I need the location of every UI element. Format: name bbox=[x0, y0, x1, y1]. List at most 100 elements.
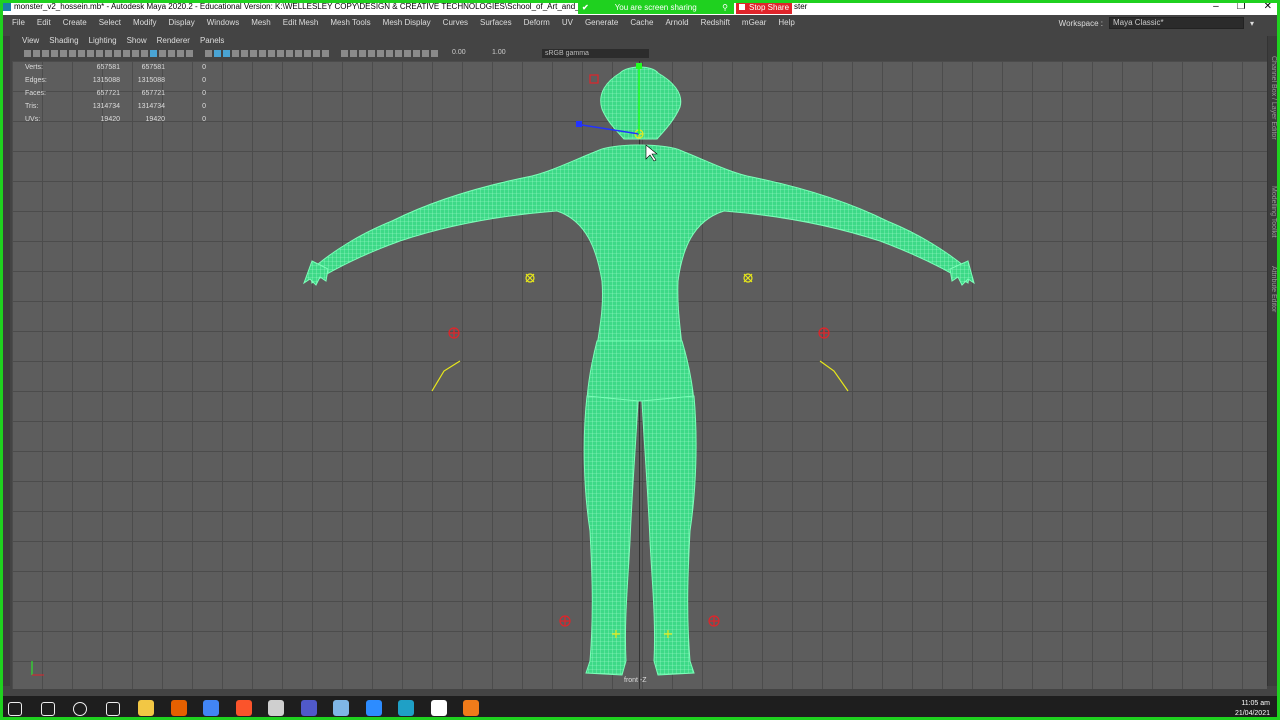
panel-tool-icon[interactable] bbox=[422, 50, 429, 57]
menu-select[interactable]: Select bbox=[99, 18, 121, 27]
panel-menu-view[interactable]: View bbox=[22, 36, 39, 48]
panel-tool-icon[interactable] bbox=[186, 50, 193, 57]
panel-tool-icon[interactable] bbox=[359, 50, 366, 57]
menu-mgear[interactable]: mGear bbox=[742, 18, 766, 27]
panel-tool-icon[interactable] bbox=[141, 50, 148, 57]
menu-deform[interactable]: Deform bbox=[524, 18, 550, 27]
panel-tool-icon[interactable] bbox=[51, 50, 58, 57]
panel-tool-icon[interactable] bbox=[277, 50, 284, 57]
minimize-icon[interactable]: – bbox=[1213, 1, 1219, 12]
panel-tool-icon[interactable] bbox=[413, 50, 420, 57]
panel-menu-renderer[interactable]: Renderer bbox=[157, 36, 190, 48]
menu-mesh[interactable]: Mesh bbox=[251, 18, 271, 27]
panel-tool-icon[interactable] bbox=[114, 50, 121, 57]
panel-tool-icon[interactable] bbox=[304, 50, 311, 57]
panel-menu-panels[interactable]: Panels bbox=[200, 36, 224, 48]
task-view-icon[interactable] bbox=[105, 702, 120, 716]
panel-tool-icon[interactable] bbox=[177, 50, 184, 57]
front-viewport[interactable]: Verts: 657581 657581 0 Edges: 1315088 1315088 0… bbox=[12, 61, 1267, 689]
panel-tool-icon[interactable] bbox=[232, 50, 239, 57]
panel-tool-icon[interactable] bbox=[205, 50, 212, 57]
menu-uv[interactable]: UV bbox=[562, 18, 573, 27]
panel-tool-icon[interactable] bbox=[259, 50, 266, 57]
panel-tool-icon[interactable] bbox=[295, 50, 302, 57]
menu-mesh-display[interactable]: Mesh Display bbox=[383, 18, 431, 27]
panel-tool-icon[interactable] bbox=[42, 50, 49, 57]
panel-tool-icon[interactable] bbox=[132, 50, 139, 57]
color-management-dropdown[interactable]: sRGB gamma bbox=[542, 49, 649, 58]
notes-icon[interactable] bbox=[333, 700, 349, 716]
system-clock[interactable]: 11:05 am 21/04/2021 bbox=[1235, 699, 1270, 719]
panel-tool-icon[interactable] bbox=[286, 50, 293, 57]
menu-file[interactable]: File bbox=[12, 18, 25, 27]
character-wireframe[interactable] bbox=[12, 61, 1267, 689]
panel-tool-icon[interactable] bbox=[395, 50, 402, 57]
panel-tool-icon[interactable] bbox=[150, 50, 157, 57]
menu-display[interactable]: Display bbox=[169, 18, 195, 27]
panel-tool-icon[interactable] bbox=[78, 50, 85, 57]
panel-tool-icon[interactable] bbox=[105, 50, 112, 57]
docs-icon[interactable] bbox=[430, 700, 447, 716]
panel-tool-icon[interactable] bbox=[404, 50, 411, 57]
modelling-toolkit-tab[interactable]: Modelling Toolkit bbox=[1270, 186, 1277, 238]
panel-tool-icon[interactable] bbox=[159, 50, 166, 57]
pin-icon[interactable]: ⚲ bbox=[722, 3, 728, 12]
panel-tool-icon[interactable] bbox=[223, 50, 230, 57]
gamma-field[interactable]: 1.00 bbox=[492, 49, 506, 56]
file-explorer-icon[interactable] bbox=[138, 700, 154, 716]
channel-box-tab[interactable]: Channel Box / Layer Editor bbox=[1270, 56, 1277, 140]
panel-tool-icon[interactable] bbox=[350, 50, 357, 57]
panel-tool-icon[interactable] bbox=[168, 50, 175, 57]
cortana-icon[interactable] bbox=[73, 702, 87, 716]
restore-icon[interactable]: ❐ bbox=[1237, 1, 1246, 12]
panel-tool-icon[interactable] bbox=[386, 50, 393, 57]
maya-icon[interactable] bbox=[398, 700, 414, 716]
panel-tool-icon[interactable] bbox=[268, 50, 275, 57]
menu-help[interactable]: Help bbox=[778, 18, 794, 27]
panel-menu-show[interactable]: Show bbox=[127, 36, 147, 48]
panel-tool-icon[interactable] bbox=[87, 50, 94, 57]
menu-windows[interactable]: Windows bbox=[207, 18, 239, 27]
workspace-dropdown[interactable]: Maya Classic* bbox=[1108, 17, 1244, 29]
menu-generate[interactable]: Generate bbox=[585, 18, 618, 27]
panel-tool-icon[interactable] bbox=[24, 50, 31, 57]
menu-create[interactable]: Create bbox=[63, 18, 87, 27]
firefox-icon[interactable] bbox=[170, 700, 187, 716]
search-icon[interactable] bbox=[40, 702, 55, 716]
panel-tool-icon[interactable] bbox=[69, 50, 76, 57]
teams-icon[interactable] bbox=[300, 700, 317, 716]
chevron-down-icon[interactable]: ▾ bbox=[1250, 19, 1254, 28]
panel-tool-icon[interactable] bbox=[341, 50, 348, 57]
panel-tool-icon[interactable] bbox=[123, 50, 130, 57]
panel-tool-icon[interactable] bbox=[313, 50, 320, 57]
brave-icon[interactable] bbox=[235, 700, 252, 716]
exposure-field[interactable]: 0.00 bbox=[452, 49, 466, 56]
panel-tool-icon[interactable] bbox=[33, 50, 40, 57]
close-icon[interactable]: ✕ bbox=[1264, 1, 1272, 12]
panel-menu-lighting[interactable]: Lighting bbox=[89, 36, 117, 48]
panel-menu-shading[interactable]: Shading bbox=[49, 36, 78, 48]
menu-curves[interactable]: Curves bbox=[443, 18, 468, 27]
app-icon[interactable] bbox=[463, 700, 479, 716]
menu-edit[interactable]: Edit bbox=[37, 18, 51, 27]
windows-start-icon[interactable] bbox=[8, 702, 22, 716]
panel-tool-icon[interactable] bbox=[250, 50, 257, 57]
attribute-editor-tab[interactable]: Attribute Editor bbox=[1270, 266, 1277, 312]
menu-arnold[interactable]: Arnold bbox=[665, 18, 688, 27]
menu-redshift[interactable]: Redshift bbox=[701, 18, 730, 27]
settings-icon[interactable] bbox=[268, 700, 284, 716]
zoom-icon[interactable] bbox=[365, 700, 382, 716]
menu-edit-mesh[interactable]: Edit Mesh bbox=[283, 18, 319, 27]
panel-tool-icon[interactable] bbox=[60, 50, 67, 57]
chrome-icon[interactable] bbox=[203, 700, 219, 716]
panel-tool-icon[interactable] bbox=[322, 50, 329, 57]
stop-share-button[interactable]: Stop Share bbox=[736, 0, 792, 14]
menu-mesh-tools[interactable]: Mesh Tools bbox=[330, 18, 370, 27]
panel-tool-icon[interactable] bbox=[96, 50, 103, 57]
menu-surfaces[interactable]: Surfaces bbox=[480, 18, 512, 27]
panel-tool-icon[interactable] bbox=[368, 50, 375, 57]
panel-tool-icon[interactable] bbox=[377, 50, 384, 57]
panel-tool-icon[interactable] bbox=[214, 50, 221, 57]
menu-modify[interactable]: Modify bbox=[133, 18, 157, 27]
menu-cache[interactable]: Cache bbox=[630, 18, 653, 27]
